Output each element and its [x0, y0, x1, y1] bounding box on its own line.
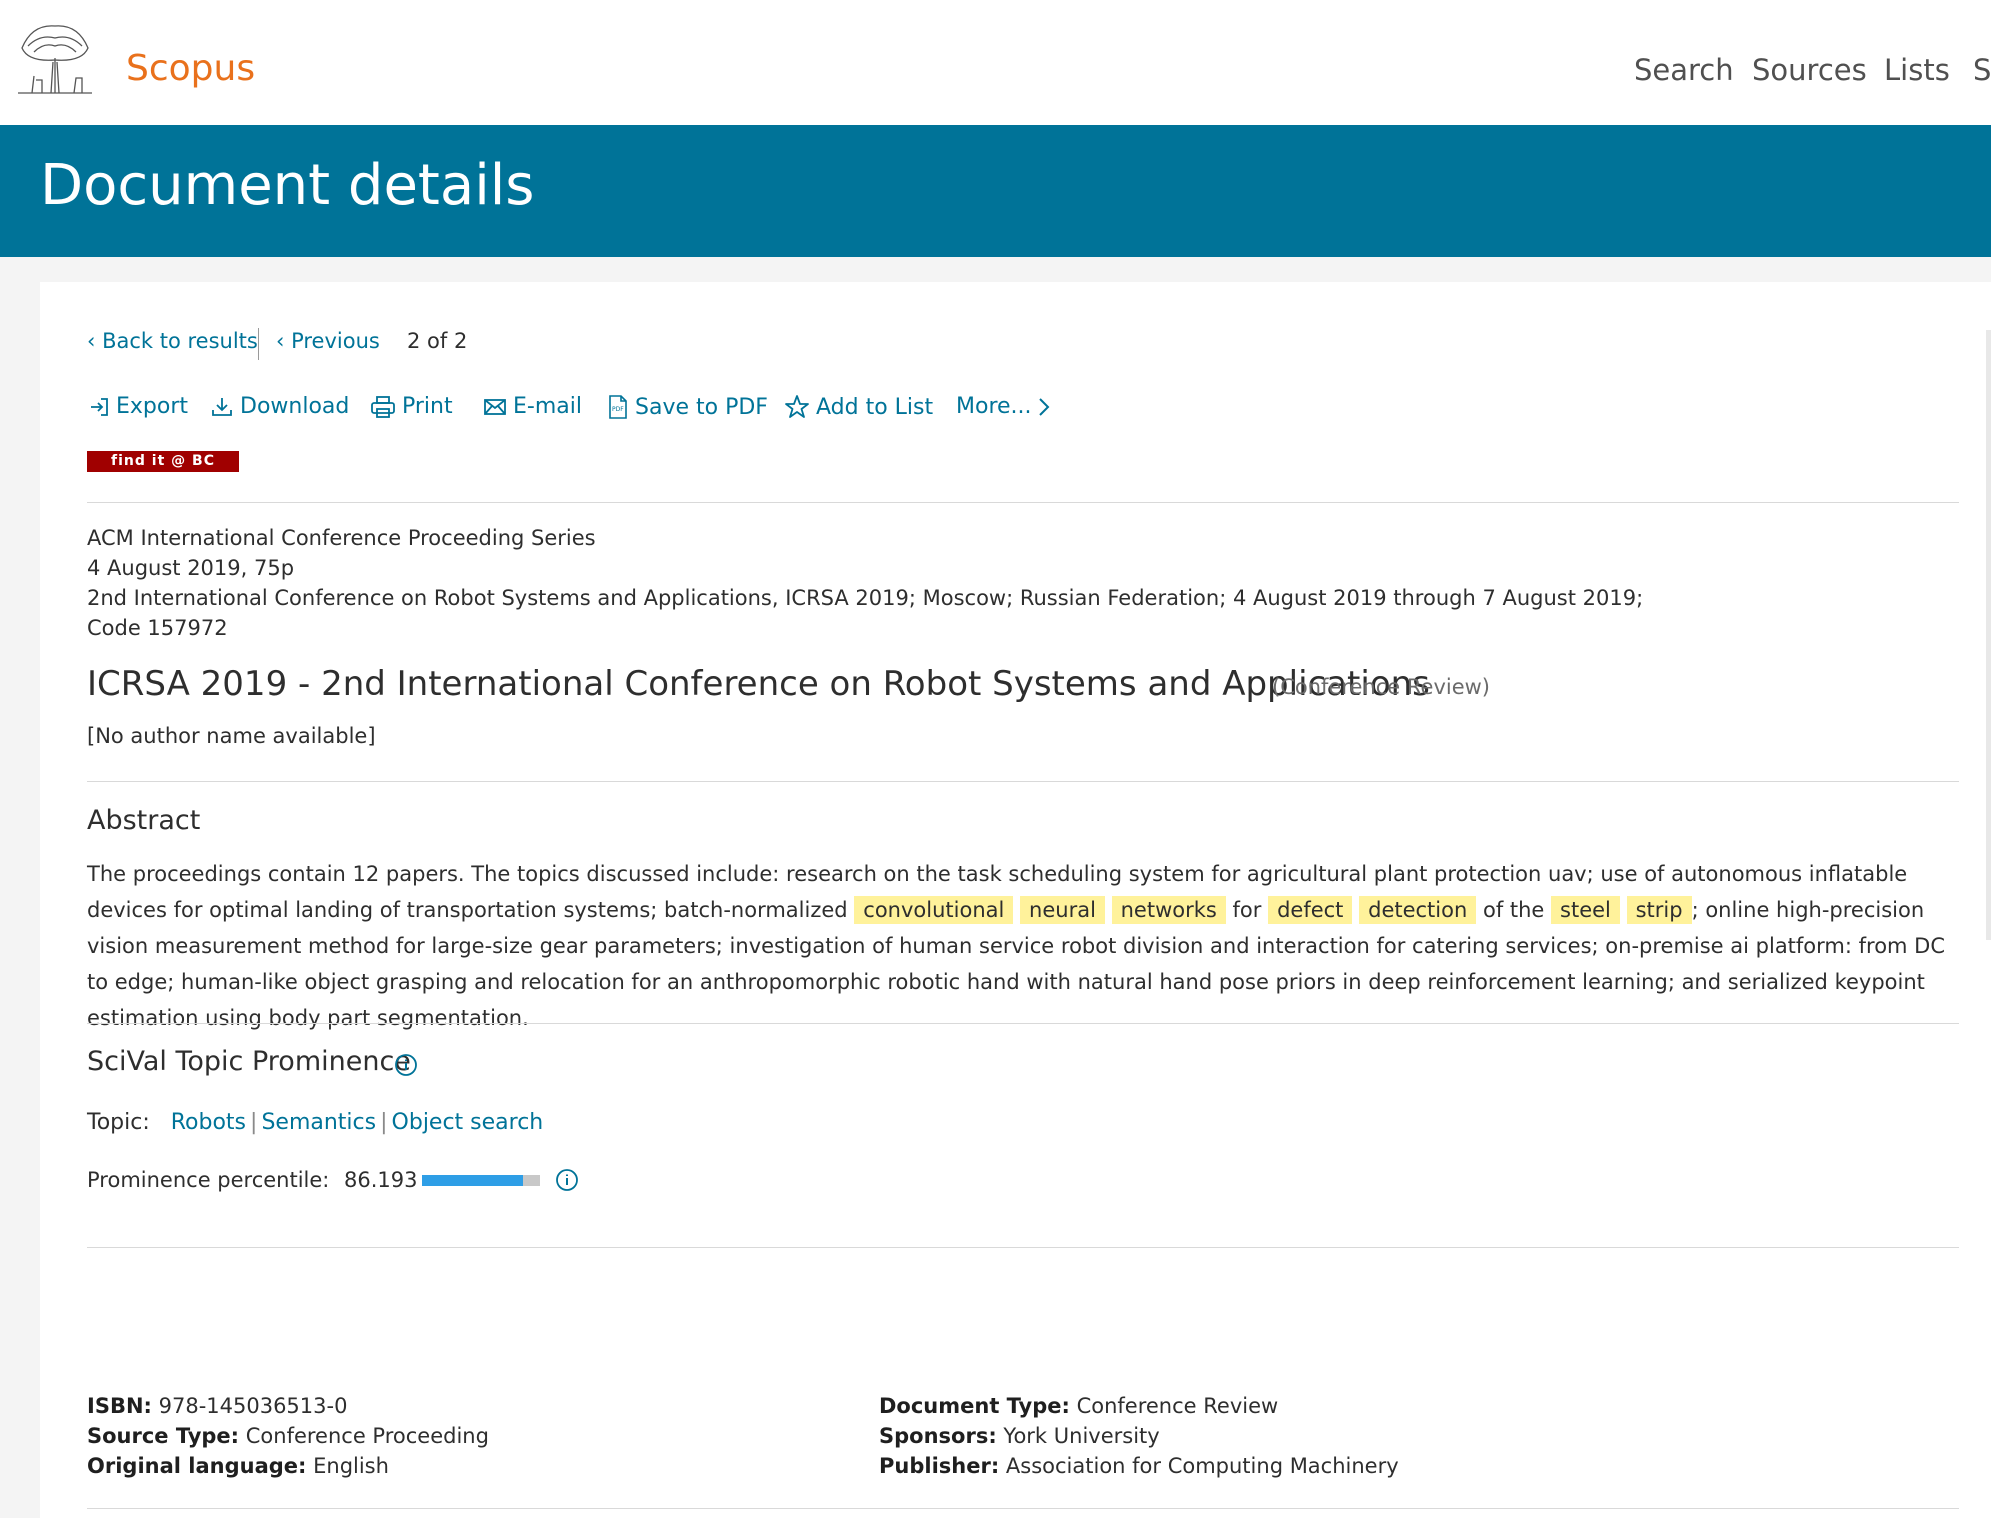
- print-icon: [371, 395, 395, 418]
- search-term-highlight: defect: [1268, 896, 1353, 924]
- isbn-value: 978-145036513-0: [158, 1394, 348, 1418]
- scival-heading: SciVal Topic Prominence: [87, 1046, 411, 1077]
- document-type-badge: (Conference Review): [1272, 675, 1490, 699]
- save-to-pdf-label: Save to PDF: [635, 394, 768, 420]
- isbn-label: ISBN:: [87, 1394, 152, 1418]
- abstract-text-part: of the: [1476, 898, 1552, 922]
- elsevier-logo[interactable]: [12, 18, 98, 98]
- publication-date: 4 August 2019, 75p: [87, 556, 295, 580]
- print-button[interactable]: Print: [370, 394, 453, 419]
- topic-separator: |: [380, 1110, 388, 1135]
- email-label: E-mail: [513, 394, 582, 419]
- page-title-banner: Document details: [0, 125, 1991, 257]
- topic-link-object-search[interactable]: Object search: [392, 1110, 544, 1135]
- topic-separator: |: [250, 1110, 258, 1135]
- previous-link[interactable]: ‹ Previous: [276, 329, 380, 353]
- source-type-value: Conference Proceeding: [245, 1424, 489, 1448]
- search-term-highlight: networks: [1111, 896, 1226, 924]
- chevron-left-icon: ‹: [87, 329, 96, 353]
- back-to-results-link[interactable]: ‹ Back to results: [87, 329, 258, 353]
- info-icon[interactable]: [394, 1053, 418, 1077]
- publisher-row: Publisher: Association for Computing Mac…: [879, 1454, 1399, 1478]
- back-to-results-label: Back to results: [102, 329, 258, 353]
- chevron-right-icon: [1038, 397, 1049, 416]
- search-term-highlight: strip: [1626, 896, 1692, 924]
- save-to-pdf-button[interactable]: PDF Save to PDF: [607, 394, 768, 420]
- abstract-heading: Abstract: [87, 805, 201, 836]
- language-value: English: [313, 1454, 389, 1478]
- language-label: Original language:: [87, 1454, 307, 1478]
- more-label: More...: [956, 394, 1032, 419]
- result-position: 2 of 2: [407, 329, 468, 353]
- nav-search[interactable]: Search: [1634, 53, 1734, 87]
- document-title: ICRSA 2019 - 2nd International Conferenc…: [87, 664, 1430, 704]
- document-type-label: Document Type:: [879, 1394, 1070, 1418]
- divider: [87, 1023, 1959, 1024]
- search-term-highlight: steel: [1551, 896, 1620, 924]
- topic-link-robots[interactable]: Robots: [171, 1110, 246, 1135]
- source-type-row: Source Type: Conference Proceeding: [87, 1424, 489, 1448]
- abstract-text-part: for: [1225, 898, 1269, 922]
- export-button[interactable]: Export: [88, 394, 188, 419]
- more-menu-button[interactable]: More...: [956, 394, 1058, 419]
- top-header: Scopus Search Sources Lists Sc: [0, 0, 1991, 125]
- download-icon: [212, 397, 232, 416]
- divider: [87, 1247, 1959, 1248]
- info-icon[interactable]: [555, 1168, 579, 1192]
- search-term-highlight: detection: [1359, 896, 1477, 924]
- language-row: Original language: English: [87, 1454, 389, 1478]
- divider: [87, 781, 1959, 782]
- source-series-link[interactable]: ACM International Conference Proceeding …: [87, 526, 596, 550]
- download-label: Download: [240, 394, 350, 419]
- sponsors-label: Sponsors:: [879, 1424, 997, 1448]
- sponsors-value: York University: [1003, 1424, 1160, 1448]
- divider: [87, 1508, 1959, 1509]
- add-to-list-label: Add to List: [816, 394, 934, 420]
- side-panel-edge: [1986, 330, 1991, 940]
- export-icon: [91, 397, 108, 416]
- prominence-label: Prominence percentile:: [87, 1168, 330, 1192]
- document-type-row: Document Type: Conference Review: [879, 1394, 1278, 1418]
- search-term-highlight: neural: [1020, 896, 1105, 924]
- print-label: Print: [402, 394, 453, 419]
- publisher-label: Publisher:: [879, 1454, 1000, 1478]
- source-type-label: Source Type:: [87, 1424, 240, 1448]
- divider: [87, 502, 1959, 503]
- find-it-bc-label: find it @ BC: [111, 453, 215, 469]
- author-list: [No author name available]: [87, 724, 376, 748]
- abstract-text: The proceedings contain 12 papers. The t…: [87, 856, 1967, 1036]
- topic-link-semantics[interactable]: Semantics: [261, 1110, 376, 1135]
- email-button[interactable]: E-mail: [483, 394, 582, 419]
- nav-divider: [258, 328, 259, 360]
- previous-label: Previous: [291, 329, 380, 353]
- nav-lists[interactable]: Lists: [1884, 53, 1950, 87]
- conference-info: 2nd International Conference on Robot Sy…: [87, 586, 1644, 610]
- svg-text:PDF: PDF: [612, 406, 624, 413]
- add-to-list-button[interactable]: Add to List: [784, 394, 933, 420]
- export-label: Export: [116, 394, 189, 419]
- isbn-row: ISBN: 978-145036513-0: [87, 1394, 347, 1418]
- page-title: Document details: [40, 153, 535, 218]
- sponsors-row: Sponsors: York University: [879, 1424, 1160, 1448]
- scopus-brand-link[interactable]: Scopus: [126, 48, 255, 89]
- chevron-left-icon: ‹: [276, 329, 285, 353]
- publisher-value: Association for Computing Machinery: [1005, 1454, 1399, 1478]
- search-term-highlight: convolutional: [854, 896, 1014, 924]
- prominence-value: 86.193: [344, 1168, 418, 1192]
- star-icon: [785, 395, 809, 418]
- prominence-bar: [422, 1175, 540, 1186]
- pdf-icon: PDF: [609, 395, 627, 419]
- document-type-value: Conference Review: [1076, 1394, 1279, 1418]
- email-icon: [484, 398, 506, 415]
- download-button[interactable]: Download: [210, 394, 349, 419]
- find-it-bc-button[interactable]: find it @ BC: [87, 451, 239, 472]
- prominence-bar-fill: [422, 1175, 524, 1186]
- nav-sources[interactable]: Sources: [1752, 53, 1867, 87]
- nav-scival[interactable]: Sc: [1973, 53, 1991, 87]
- topic-label: Topic:: [87, 1110, 150, 1135]
- conference-code: Code 157972: [87, 616, 228, 640]
- topic-row: Topic: Robots | Semantics | Object search: [87, 1110, 543, 1135]
